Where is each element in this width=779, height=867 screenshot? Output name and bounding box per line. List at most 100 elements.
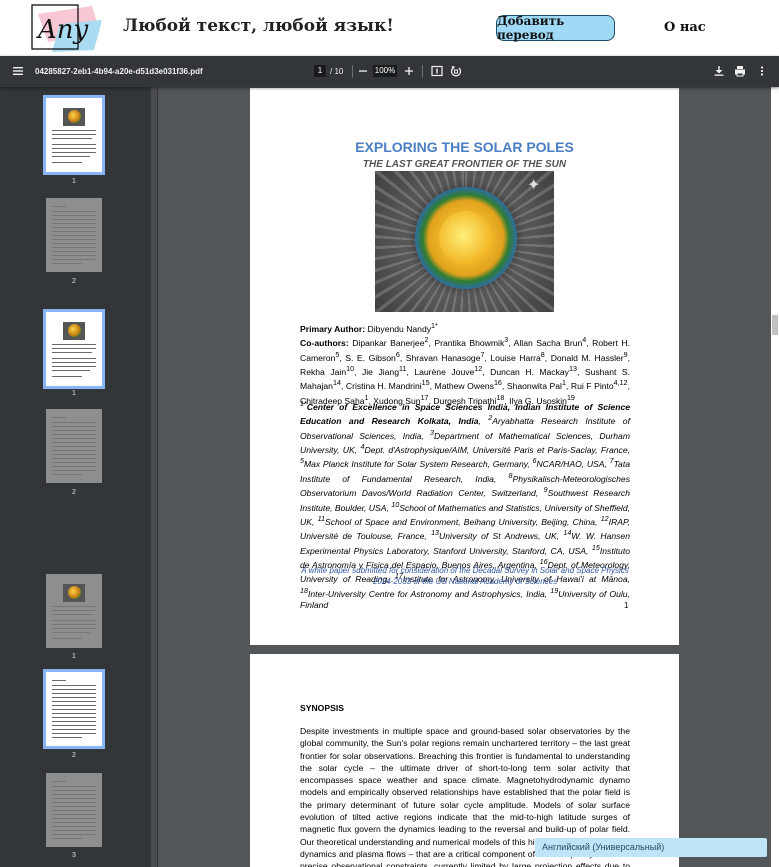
whitepaper-line-2: 2024-2033 of the US National Academy of …	[372, 576, 558, 586]
coauthor-affiliation-sup: 10	[346, 365, 355, 374]
affiliation-sup: 18	[300, 586, 308, 595]
affiliation-sup: 1*	[300, 400, 307, 408]
coauthor-name: Shravan Hanasoge	[405, 352, 481, 363]
zoom-in-icon[interactable]	[402, 64, 416, 78]
affiliation-sup: 15	[591, 543, 600, 552]
thumbnail-page-number: 1	[72, 653, 76, 660]
coauthors-label: Co-authors:	[300, 338, 349, 349]
download-icon[interactable]	[712, 64, 726, 78]
page-number-input[interactable]: 1	[314, 65, 326, 77]
coauthor-name: Cristina H. Mandrini	[345, 381, 422, 392]
rotate-icon[interactable]	[449, 64, 463, 78]
about-link[interactable]: О нас	[664, 20, 706, 35]
coauthor-name: Jie Jiang	[361, 366, 399, 377]
site-header: Any Любой текст, любой язык! Добавить пе…	[0, 0, 779, 56]
more-options-icon[interactable]	[755, 64, 769, 78]
coauthor-affiliation-sup: 13	[568, 365, 577, 374]
print-icon[interactable]	[733, 64, 747, 78]
affiliation-sup: 13	[431, 529, 440, 538]
coauthor-affiliation-sup: 5	[335, 350, 340, 359]
affiliation-sup: 12	[600, 514, 609, 523]
affiliation-name: School of Space and Environment, Beihang…	[325, 516, 596, 527]
pdf-viewer: EXPLORING THE SOLAR POLES THE LAST GREAT…	[158, 87, 779, 867]
primary-author-sup: 1*	[431, 322, 438, 330]
primary-author: Dibyendu Nandy	[367, 323, 432, 334]
fit-page-icon[interactable]	[430, 64, 444, 78]
coauthor-name: Allan Sacha Brun	[513, 338, 583, 349]
page-total: / 10	[330, 67, 344, 76]
thumbnail-cover-image	[63, 322, 85, 340]
thumbnail-cover-image	[63, 584, 85, 602]
thumbnail-page-number: 3	[72, 852, 76, 859]
pdf-page-2: SYNOPSIS Despite investments in multiple…	[250, 654, 679, 867]
language-selector[interactable]: Английский (Универсальный)	[535, 838, 767, 857]
coauthor-affiliation-sup: 7	[480, 350, 485, 359]
coauthor-name: Dipankar Banerjee	[352, 338, 425, 349]
paper-subtitle: THE LAST GREAT FRONTIER OF THE SUN	[362, 159, 567, 170]
page-thumbnail[interactable]	[46, 574, 102, 648]
coauthor-affiliation-sup: 1	[561, 379, 566, 388]
coauthor-affiliation-sup: 8	[540, 350, 545, 359]
add-translation-button[interactable]: Добавить перевод	[496, 14, 615, 42]
page-thumbnail[interactable]	[43, 309, 105, 389]
affiliation-name: Max Planck Institute for Solar System Re…	[303, 459, 528, 470]
site-logo[interactable]: Any	[30, 2, 105, 54]
coauthor-affiliation-sup: 3	[504, 336, 509, 345]
sidebar-scrollbar[interactable]	[151, 87, 157, 867]
toolbar-divider	[352, 65, 353, 78]
coauthor-affiliation-sup: 4	[582, 336, 587, 345]
thumbnail-page-number: 1	[72, 390, 76, 397]
synopsis-heading: SYNOPSIS	[300, 703, 344, 713]
pdf-page-1: EXPLORING THE SOLAR POLES THE LAST GREAT…	[250, 88, 679, 645]
paper-title: EXPLORING THE SOLAR POLES	[355, 139, 574, 155]
page-thumbnail[interactable]	[43, 95, 105, 175]
toolbar-divider	[422, 65, 423, 78]
coauthor-name: Laurène Jouve	[414, 366, 475, 377]
zoom-level-input[interactable]: 100%	[373, 65, 397, 77]
primary-author-label: Primary Author:	[300, 323, 366, 334]
spacecraft-icon: ✦	[527, 177, 541, 194]
thumbnail-sidebar: 1 2 1 2 1 2 3	[0, 87, 158, 867]
coauthor-affiliation-sup: 6	[395, 350, 400, 359]
thumbnail-page-number: 2	[72, 489, 76, 496]
coauthor-name: Duncan H. Mackay	[490, 366, 569, 377]
viewer-scrollbar[interactable]	[771, 87, 779, 867]
coauthor-name: Rekha Jain	[300, 366, 347, 377]
affiliation-name: University of St Andrews, UK	[439, 531, 557, 542]
coauthor-name: Prantika Bhowmik	[434, 338, 505, 349]
menu-icon[interactable]	[11, 64, 25, 78]
affiliation-sup: 16	[539, 557, 548, 566]
coauthor-name: Rui F Pinto	[570, 381, 614, 392]
coauthor-name: S. E. Gibson	[345, 352, 396, 363]
page-number: 1	[624, 601, 629, 610]
solar-interior-image: ✦	[375, 171, 554, 312]
coauthor-affiliation-sup: 2	[424, 336, 429, 345]
coauthor-affiliation-sup: 14	[332, 379, 341, 388]
pdf-toolbar: 04285827-2eb1-4b94-a20e-d51d3e031f36.pdf…	[0, 56, 779, 87]
coauthor-name: Donald M. Hassler	[550, 352, 624, 363]
coauthor-affiliation-sup: 12	[474, 365, 483, 374]
thumbnail-cover-image	[63, 108, 85, 126]
scrollbar-thumb[interactable]	[772, 315, 778, 335]
page-thumbnail[interactable]	[46, 198, 102, 272]
coauthor-affiliation-sup: 9	[623, 350, 628, 359]
page-thumbnail[interactable]	[43, 669, 105, 749]
coauthor-name: Mathew Owens	[434, 381, 494, 392]
affiliation-sup: 11	[317, 514, 325, 523]
affiliation-name: NCAR/HAO, USA	[536, 459, 605, 470]
page-thumbnail[interactable]	[46, 773, 102, 847]
site-tagline: Любой текст, любой язык!	[123, 16, 394, 36]
svg-text:Any: Any	[36, 15, 89, 45]
coauthor-name: Louise Harra	[490, 352, 541, 363]
whitepaper-line-1: A white paper submitted for consideratio…	[301, 566, 629, 575]
page-thumbnail[interactable]	[46, 409, 102, 483]
coauthor-name: Shaonwita Pal	[506, 381, 562, 392]
affiliation-name: Dept. d'Astrophysique/AIM, Université Pa…	[364, 444, 628, 455]
coauthor-affiliation-sup: 16	[493, 379, 502, 388]
zoom-out-icon[interactable]	[356, 64, 370, 78]
file-name: 04285827-2eb1-4b94-a20e-d51d3e031f36.pdf	[35, 67, 203, 76]
coauthor-affiliation-sup: 15	[421, 379, 430, 388]
affiliation-name: Inter-University Centre for Astronomy an…	[307, 588, 545, 599]
thumbnail-page-number: 1	[72, 178, 76, 185]
author-list: Primary Author: Dibyendu Nandy1* Co-auth…	[300, 321, 630, 407]
